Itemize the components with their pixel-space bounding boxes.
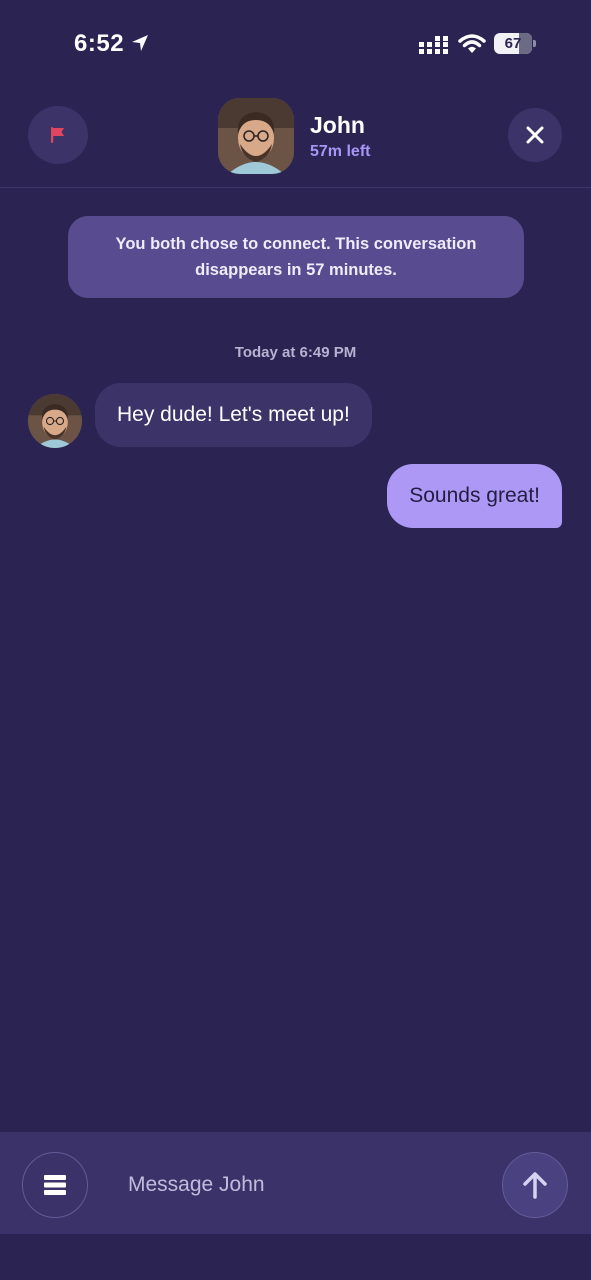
close-icon <box>526 126 544 144</box>
time-left-label: 57m left <box>310 143 371 160</box>
sender-avatar[interactable] <box>28 394 82 448</box>
incoming-message-bubble[interactable]: Hey dude! Let's meet up! <box>95 383 372 447</box>
message-text: Sounds great! <box>409 484 540 507</box>
avatar-photo <box>218 98 294 174</box>
status-bar: 6:52 67 <box>0 0 591 88</box>
bottom-safe-area <box>0 1234 591 1280</box>
message-input[interactable] <box>112 1160 482 1210</box>
avatar-photo <box>28 394 82 448</box>
chat-screen: 6:52 67 John 57m left You both chose to … <box>0 0 591 1280</box>
send-button[interactable] <box>502 1152 568 1218</box>
report-button[interactable] <box>28 106 88 164</box>
message-text: Hey dude! Let's meet up! <box>117 403 350 426</box>
battery-icon: 67 <box>494 33 536 54</box>
outgoing-message-bubble[interactable]: Sounds great! <box>387 464 562 528</box>
close-button[interactable] <box>508 108 562 162</box>
status-time: 6:52 <box>74 30 125 57</box>
send-arrow-icon <box>523 1172 547 1199</box>
menu-icon <box>44 1175 66 1195</box>
wifi-icon <box>458 34 486 53</box>
battery-level: 67 <box>504 35 522 52</box>
signal-icon <box>419 36 448 54</box>
notice-text: You both chose to connect. This conversa… <box>115 235 477 279</box>
message-composer <box>0 1132 591 1234</box>
chat-header: John 57m left <box>0 88 591 188</box>
location-arrow-icon <box>132 35 148 51</box>
contact-avatar[interactable] <box>218 98 294 174</box>
message-timestamp: Today at 6:49 PM <box>234 344 357 361</box>
flag-icon <box>51 127 64 143</box>
menu-button[interactable] <box>22 1152 88 1218</box>
connection-notice: You both chose to connect. This conversa… <box>68 216 524 298</box>
contact-name: John <box>310 112 365 138</box>
